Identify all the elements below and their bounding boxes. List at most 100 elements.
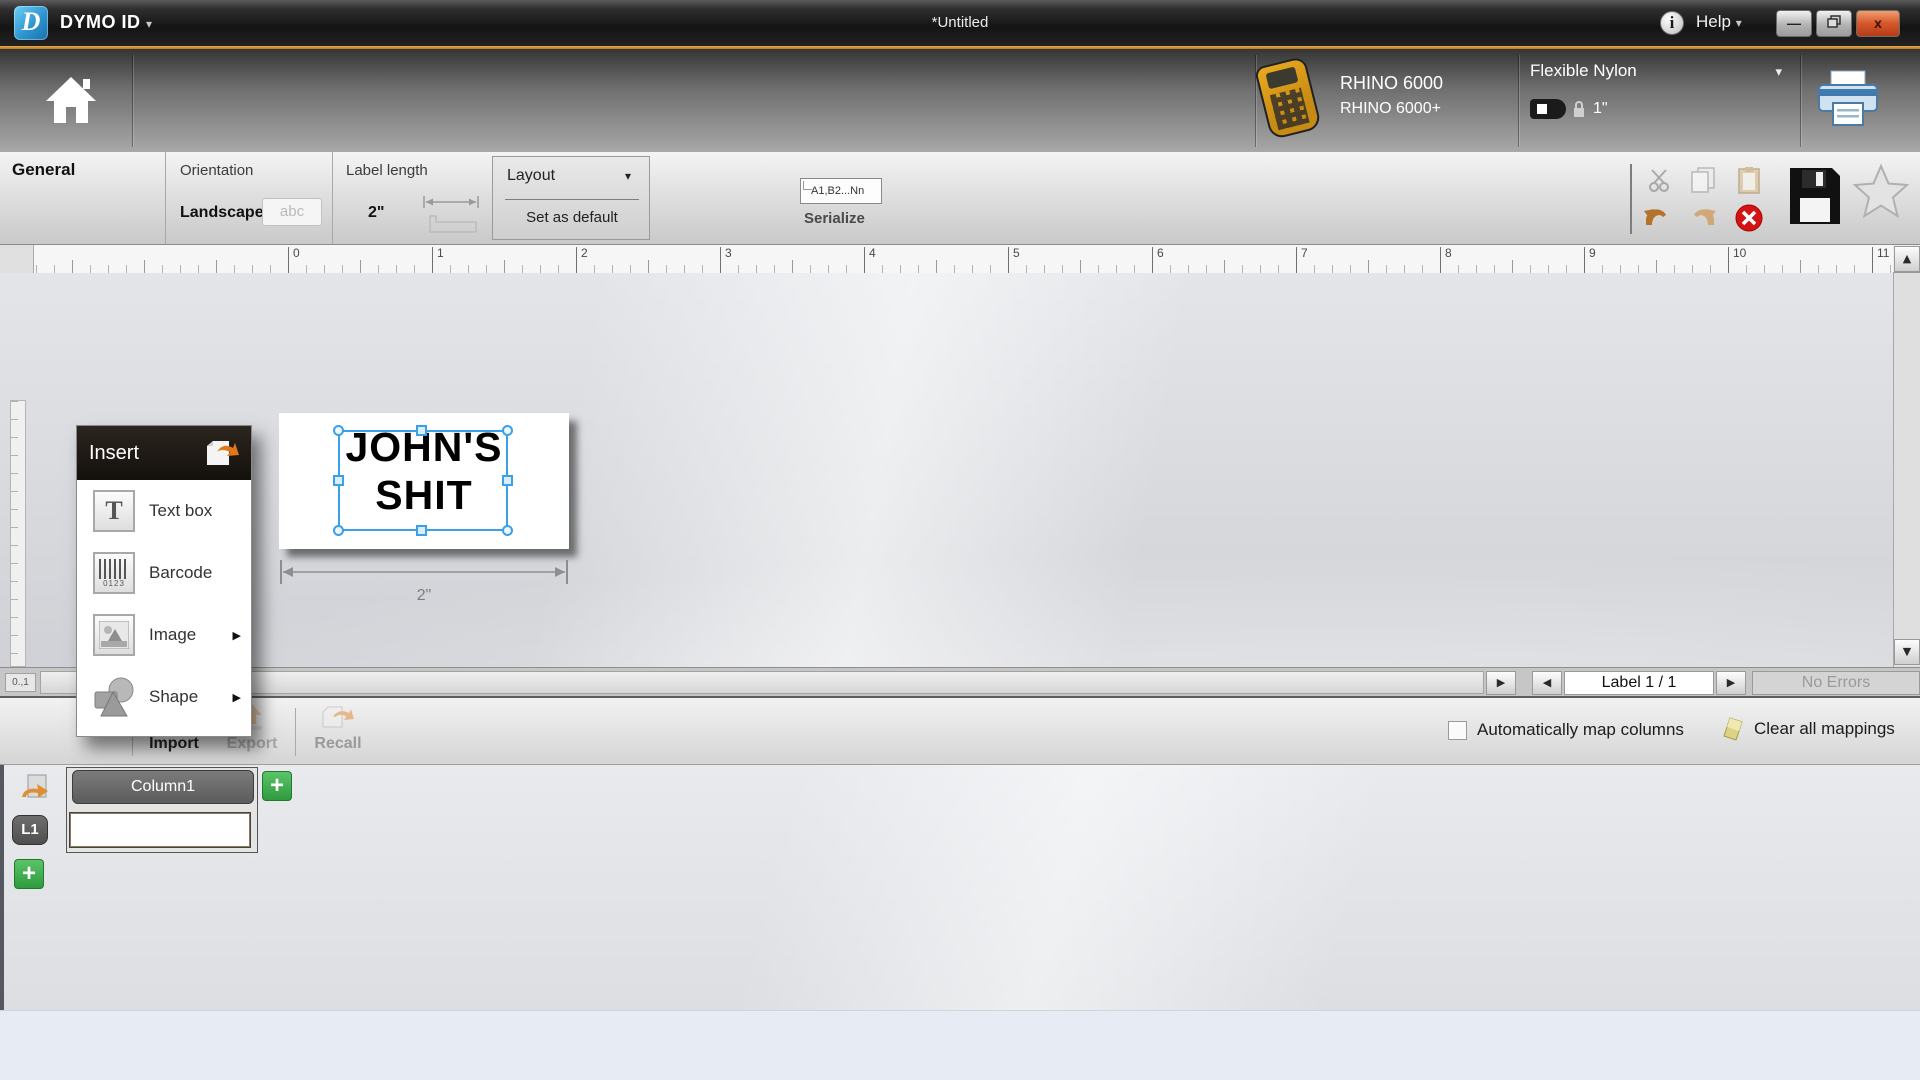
ruler-tick-label: 2 [581, 246, 588, 260]
vertical-ruler [10, 400, 26, 667]
export-label: Export [222, 735, 282, 753]
close-button[interactable]: x [1856, 10, 1900, 37]
label-length-icon[interactable] [420, 194, 482, 239]
vertical-scrollbar[interactable]: ▼ [1893, 273, 1920, 667]
printer-name[interactable]: RHINO 6000 RHINO 6000+ [1340, 71, 1443, 121]
favorite-button[interactable] [1852, 162, 1910, 225]
barcode-bars [99, 559, 129, 579]
orientation-value: Landscape [180, 204, 264, 222]
length-arrows-icon [420, 194, 482, 234]
clear-mappings-button[interactable]: Clear all mappings [1722, 716, 1895, 742]
insert-item-label: Text box [149, 501, 241, 521]
serialize-button[interactable]: A1,B2...Nn [800, 178, 882, 204]
selection-handle-ne[interactable] [502, 425, 513, 436]
insert-item-text-box[interactable]: T Text box [77, 480, 251, 542]
scroll-right-button[interactable]: ▶ [1486, 671, 1516, 695]
taskbar: 63°F Cloudy Search [0, 1010, 1920, 1080]
scissors-icon [1646, 167, 1672, 193]
ruler-tick-label: 1 [437, 246, 444, 260]
orientation-abc-icon[interactable]: abc [262, 198, 322, 226]
undo-button[interactable] [1640, 202, 1674, 234]
printer-line2: RHINO 6000+ [1340, 96, 1443, 121]
selection-handle-n[interactable] [416, 425, 427, 436]
delete-button[interactable] [1732, 202, 1766, 234]
ruler-major-tick [1440, 247, 1441, 273]
insert-panel-title: Insert [89, 442, 203, 465]
previous-label-button[interactable]: ◀ [1532, 671, 1562, 695]
design-canvas[interactable]: JOHN'S SHIT 2" ▼ [0, 273, 1920, 667]
data-toolbar: Data Import Export Recall Automatically … [0, 696, 1920, 765]
dymo-id-window: D DYMO ID ▾ *Untitled i Help ▾ — x [0, 0, 1920, 1080]
restore-button[interactable] [1816, 10, 1852, 37]
ruler-tick-label: 7 [1301, 246, 1308, 260]
column-map-icon[interactable] [18, 773, 52, 808]
ruler-tick-label: 3 [725, 246, 732, 260]
insert-item-shape[interactable]: Shape ▶ [77, 666, 251, 728]
next-label-button[interactable]: ▶ [1716, 671, 1746, 695]
horizontal-ruler: 01234567891011 [34, 245, 1893, 273]
toolbar-separator [295, 708, 296, 756]
column-header[interactable]: Column1 [72, 770, 254, 804]
info-icon[interactable]: i [1660, 11, 1684, 35]
section-separator [332, 152, 333, 244]
minimize-button[interactable]: — [1776, 10, 1812, 37]
selection-handle-e[interactable] [502, 475, 513, 486]
label-cartridge-icon [1530, 99, 1566, 119]
label-type-selector[interactable]: Flexible Nylon ▾ 1" [1530, 61, 1790, 119]
ruler-major-tick [1584, 247, 1585, 273]
error-status: No Errors [1752, 671, 1920, 695]
add-column-button[interactable]: + [262, 771, 292, 801]
ruler-major-tick [720, 247, 721, 273]
ruler-major-tick [1008, 247, 1009, 273]
help-menu[interactable]: Help ▾ [1696, 12, 1742, 32]
layout-dropdown[interactable]: Layout ▾ [507, 167, 555, 185]
print-button[interactable] [1815, 65, 1881, 136]
label-length-label: Label length [346, 162, 428, 179]
selection-handle-se[interactable] [502, 525, 513, 536]
ruler-major-tick [1728, 247, 1729, 273]
dimension-text: 2" [279, 587, 569, 605]
home-button[interactable] [34, 61, 108, 139]
rhino-printer-image [1254, 56, 1322, 140]
printer-selector[interactable] [1262, 61, 1314, 135]
insert-panel-header[interactable]: Insert [77, 426, 251, 480]
insert-item-image[interactable]: Image ▶ [77, 604, 251, 666]
copy-button[interactable] [1686, 164, 1720, 196]
selection-handle-nw[interactable] [333, 425, 344, 436]
data-grid-area: Column1 + L1 + [0, 765, 1920, 1010]
ruler-tick-label: 8 [1445, 246, 1452, 260]
horizontal-scrollbar[interactable] [40, 671, 1484, 694]
main-toolbar: RHINO 6000 RHINO 6000+ Flexible Nylon ▾ … [0, 49, 1920, 152]
toolbar-separator [1800, 55, 1801, 147]
label-pager: Label 1 / 1 [1564, 671, 1714, 695]
redo-button[interactable] [1686, 202, 1720, 234]
auto-map-checkbox[interactable] [1448, 721, 1467, 740]
insert-item-barcode[interactable]: 0123 Barcode [77, 542, 251, 604]
ruler-units-corner: 0.,1 [5, 673, 36, 692]
save-button[interactable] [1786, 164, 1842, 233]
recall-label: Recall [306, 735, 370, 753]
scroll-down-button[interactable]: ▼ [1894, 639, 1920, 665]
textbox-selection[interactable] [338, 430, 508, 531]
recall-icon [321, 704, 355, 730]
insert-item-label: Barcode [149, 563, 241, 583]
image-icon [93, 614, 135, 656]
selection-handle-sw[interactable] [333, 525, 344, 536]
scroll-up-button[interactable]: ▲ [1894, 246, 1920, 272]
orientation-label: Orientation [180, 162, 253, 179]
set-as-default-button[interactable]: Set as default [493, 209, 651, 226]
cut-button[interactable] [1642, 164, 1676, 196]
insert-item-label: Shape [149, 687, 233, 707]
data-cell-input[interactable] [70, 813, 250, 847]
selection-handle-w[interactable] [333, 475, 344, 486]
chevron-down-icon: ▾ [1736, 16, 1742, 30]
add-row-button[interactable]: + [14, 859, 44, 889]
ruler-tick-label: 10 [1733, 246, 1746, 260]
barcode-icon: 0123 [93, 552, 135, 594]
label-type-value: Flexible Nylon [1530, 61, 1637, 80]
paste-button[interactable] [1732, 164, 1766, 196]
recall-button[interactable]: Recall [306, 704, 370, 753]
selection-handle-s[interactable] [416, 525, 427, 536]
auto-map-option[interactable]: Automatically map columns [1448, 720, 1684, 740]
row-header[interactable]: L1 [12, 815, 48, 845]
